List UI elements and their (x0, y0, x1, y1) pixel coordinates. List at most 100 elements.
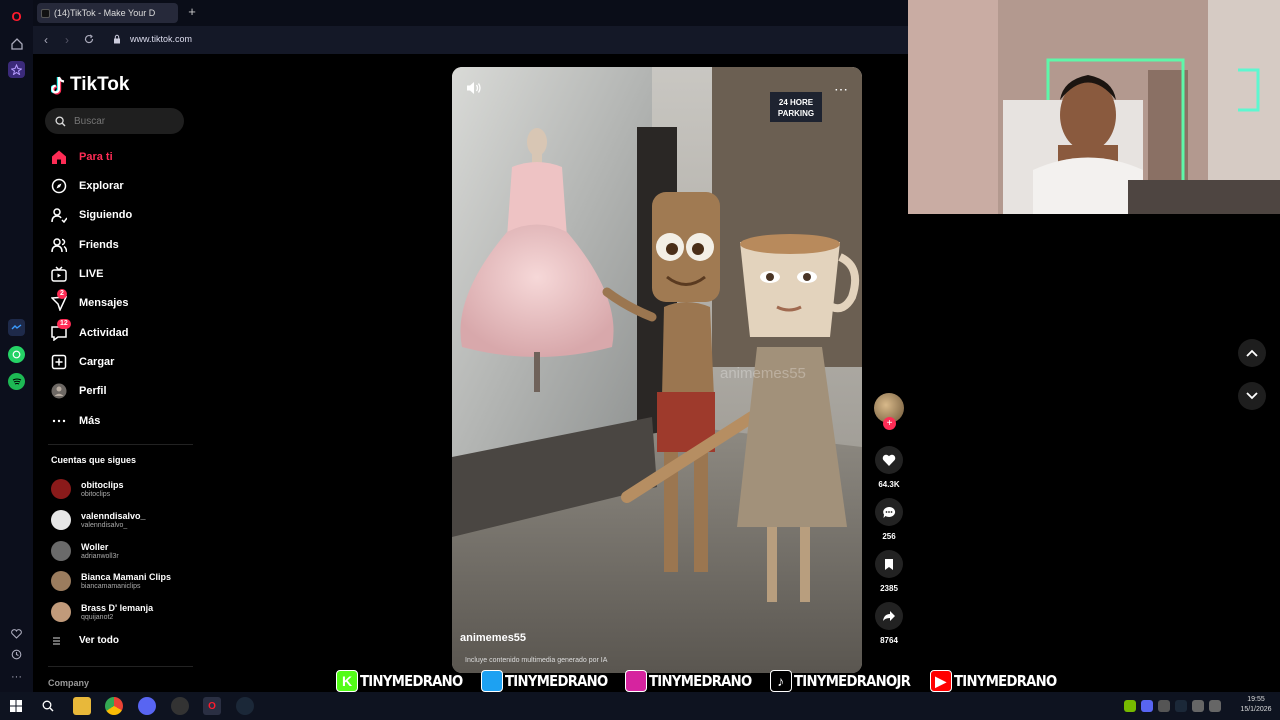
nav-item-perfil[interactable]: Perfil (51, 380, 107, 402)
social-media-bar: K TINYMEDRANO TINYMEDRANO TINYMEDRANO ♪ TINYM… (336, 668, 1057, 694)
account-name: valenndisalvo_ (81, 510, 146, 521)
history-icon[interactable] (8, 646, 25, 663)
messenger-icon[interactable] (8, 319, 25, 336)
webcam-feed (908, 0, 1280, 214)
volume-tray-icon[interactable] (1209, 700, 1221, 712)
video-watermark: animemes55 (720, 365, 806, 382)
avatar (51, 571, 71, 591)
instagram-icon (625, 670, 648, 692)
like-count: 64.3K (878, 480, 900, 489)
nav-item-label: Cargar (79, 356, 115, 368)
nav-item-para-ti[interactable]: Para ti (51, 146, 113, 168)
steam-tray-icon[interactable] (1175, 700, 1187, 712)
social-handle-name: TINYMEDRANO (953, 672, 1057, 690)
system-clock[interactable]: 19:55 15/1/2026 (1236, 695, 1276, 715)
reload-icon[interactable] (81, 32, 97, 48)
share-count: 8764 (880, 636, 898, 645)
nav-item-m-s[interactable]: Más (51, 410, 100, 432)
creator-avatar[interactable]: + (874, 393, 904, 430)
divider (48, 666, 193, 667)
comment-button[interactable]: 256 (870, 498, 908, 541)
divider (48, 444, 193, 445)
nav-item-explorar[interactable]: Explorar (51, 175, 124, 197)
nav-item-label: Actividad (79, 327, 129, 339)
volume-icon[interactable] (466, 81, 482, 95)
social-handle-name: TINYMEDRANOJR (793, 672, 911, 690)
discord-tray-icon[interactable] (1141, 700, 1153, 712)
file-explorer-icon[interactable] (73, 697, 91, 715)
nav-item-siguiendo[interactable]: Siguiendo (51, 204, 132, 226)
video-player[interactable]: 24 HORE PARKING ⋯ animemes55 animemes55 … (452, 67, 862, 673)
save-button[interactable]: 2385 (870, 550, 908, 593)
heart-icon[interactable] (875, 446, 903, 474)
social-handle: ♪ TINYMEDRANOJR (769, 670, 926, 692)
tiktok-logo-icon (51, 76, 65, 95)
steam-icon[interactable] (236, 697, 254, 715)
nav-item-mensajes[interactable]: 2 Mensajes (51, 289, 129, 314)
followed-account[interactable]: valenndisalvo_ valenndisalvo_ (51, 506, 146, 534)
new-tab-button[interactable]: + (185, 5, 199, 19)
windows-start-icon[interactable] (7, 697, 25, 715)
nav-item-actividad[interactable]: 12 Actividad (51, 319, 129, 344)
video-more-icon[interactable]: ⋯ (834, 81, 848, 98)
see-all-link[interactable]: Ver todo (51, 635, 119, 646)
compass-icon (51, 178, 67, 194)
heart-icon[interactable] (8, 625, 25, 642)
avatar (51, 602, 71, 622)
nav-item-live[interactable]: LIVE (51, 263, 103, 285)
nav-item-label: Más (79, 415, 101, 427)
nvidia-tray-icon[interactable] (1124, 700, 1136, 712)
next-video-button[interactable] (1238, 382, 1266, 410)
nav-item-label: LIVE (79, 268, 104, 280)
avatar (51, 510, 71, 530)
followed-account[interactable]: Woller adrianwoll3r (51, 537, 119, 565)
youtube-icon: ▶ (929, 670, 952, 692)
aria-icon[interactable] (8, 61, 25, 78)
share-button[interactable]: 8764 (870, 602, 908, 645)
followed-account[interactable]: obitoclips obitoclips (51, 475, 124, 503)
followed-account[interactable]: Bianca Mamani Clips biancamamaniclips (51, 567, 171, 595)
previous-video-button[interactable] (1238, 339, 1266, 367)
upload-icon (51, 354, 67, 370)
tiktok-logo[interactable]: TikTok (51, 74, 129, 96)
network-icon[interactable] (1192, 700, 1204, 712)
search-box[interactable] (45, 108, 184, 134)
followed-account[interactable]: Brass D' lemanja qquijanot2 (51, 598, 153, 626)
nav-item-cargar[interactable]: Cargar (51, 351, 114, 373)
follow-plus-icon[interactable]: + (883, 417, 896, 430)
company-link[interactable]: Company (48, 678, 89, 688)
following-icon (51, 207, 67, 223)
forward-icon[interactable]: › (59, 32, 75, 48)
opera-icon[interactable]: O (203, 697, 221, 715)
more-options-icon[interactable]: ··· (8, 668, 25, 685)
account-text: obitoclips obitoclips (81, 480, 124, 499)
like-button[interactable]: 64.3K (870, 446, 908, 489)
nav-item-friends[interactable]: Friends (51, 234, 119, 256)
search-input[interactable] (74, 115, 174, 127)
search-icon[interactable] (39, 697, 57, 715)
browser-tab[interactable]: (14)TikTok - Make Your D (37, 3, 178, 23)
chrome-icon[interactable] (105, 697, 123, 715)
bookmark-icon[interactable] (875, 550, 903, 578)
account-name: Brass D' lemanja (81, 602, 154, 613)
twitter-icon (480, 670, 503, 692)
social-handle: K TINYMEDRANO (336, 670, 477, 692)
obs-icon[interactable] (171, 697, 189, 715)
tiktok-sidebar: TikTok Para ti Explorar Siguiendo Friends LI… (33, 54, 198, 692)
account-text: Bianca Mamani Clips biancamamaniclips (81, 572, 171, 591)
tab-title: (14)TikTok - Make Your D (54, 8, 156, 18)
home-icon[interactable] (8, 35, 25, 52)
discord-icon[interactable] (138, 697, 156, 715)
spotify-icon[interactable] (8, 373, 25, 390)
comment-icon[interactable] (875, 498, 903, 526)
logo-text: TikTok (70, 74, 130, 95)
video-author[interactable]: animemes55 (460, 632, 526, 644)
url-field[interactable]: www.tiktok.com (130, 34, 192, 44)
opera-logo-icon[interactable]: O (8, 8, 25, 25)
tray-icon[interactable] (1158, 700, 1170, 712)
notification-badge: 2 (57, 289, 67, 299)
back-icon[interactable]: ‹ (38, 32, 54, 48)
whatsapp-icon[interactable] (8, 346, 25, 363)
creator-avatar-button[interactable]: + (870, 393, 908, 430)
share-icon[interactable] (875, 602, 903, 630)
